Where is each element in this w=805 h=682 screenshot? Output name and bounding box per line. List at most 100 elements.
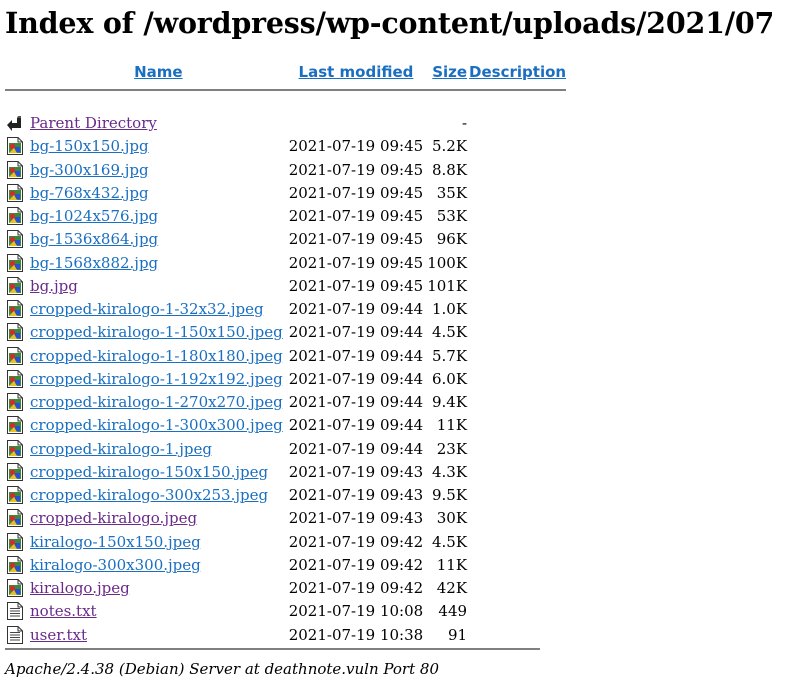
image-file-icon [7, 462, 23, 481]
file-link[interactable]: user.txt [30, 626, 87, 644]
file-link[interactable]: bg-150x150.jpg [30, 137, 149, 155]
file-icon-cell [5, 624, 28, 647]
file-name-cell: kiralogo.jpeg [28, 577, 287, 600]
file-name-cell: bg-768x432.jpg [28, 182, 287, 205]
text-file-icon [7, 602, 23, 621]
file-icon-cell [5, 531, 28, 554]
sort-by-last-modified-link[interactable]: Last modified [299, 63, 414, 81]
image-file-icon [7, 276, 23, 295]
file-size: 5.2K [431, 137, 468, 156]
file-link[interactable]: cropped-kiralogo-1-150x150.jpeg [30, 323, 283, 341]
file-name-cell: cropped-kiralogo-150x150.jpeg [28, 461, 287, 484]
file-size: 1.0K [431, 300, 468, 318]
parent-description [467, 112, 566, 135]
parent-directory-row: Parent Directory - [5, 112, 566, 135]
back-arrow-icon [7, 116, 21, 131]
sort-by-description-link[interactable]: Description [469, 63, 566, 81]
file-link[interactable]: kiralogo-300x300.jpeg [30, 556, 201, 574]
file-listing-table: Name Last modified Size Description Pare… [5, 60, 567, 647]
sort-by-name-link[interactable]: Name [134, 63, 182, 81]
file-row: bg-150x150.jpg 2021-07-19 09:45 5.2K [5, 135, 566, 158]
file-row: cropped-kiralogo-150x150.jpeg 2021-07-19 … [5, 461, 566, 484]
file-modified: 2021-07-19 09:44 [288, 416, 424, 435]
file-size: 42K [436, 579, 468, 597]
file-link[interactable]: cropped-kiralogo-1-270x270.jpeg [30, 393, 283, 411]
image-file-icon [7, 579, 23, 597]
file-link[interactable]: kiralogo-150x150.jpeg [30, 533, 201, 551]
file-size: 101K [427, 276, 468, 295]
file-link[interactable]: cropped-kiralogo-1-192x192.jpeg [30, 370, 283, 388]
file-row: kiralogo.jpeg 2021-07-19 09:42 42K [5, 577, 566, 600]
file-link[interactable]: bg-1536x864.jpg [30, 230, 158, 248]
file-name-cell: cropped-kiralogo-1-180x180.jpeg [28, 345, 287, 368]
file-modified: 2021-07-19 09:45 [288, 160, 424, 179]
file-link[interactable]: notes.txt [30, 602, 97, 620]
image-file-icon [7, 230, 23, 249]
file-icon-cell [5, 391, 28, 414]
file-icon-cell [5, 298, 28, 321]
file-row: cropped-kiralogo-1-300x300.jpeg 2021-07-1… [5, 414, 566, 437]
file-icon-cell [5, 228, 28, 251]
file-icon-cell [5, 484, 28, 507]
file-size: 100K [427, 253, 468, 272]
file-name-cell: bg-1024x576.jpg [28, 205, 287, 228]
file-link[interactable]: kiralogo.jpeg [30, 579, 130, 597]
file-icon-cell [5, 135, 28, 158]
file-link[interactable]: cropped-kiralogo-1-300x300.jpeg [30, 416, 283, 434]
file-size: 9.5K [431, 486, 468, 504]
file-modified: 2021-07-19 09:42 [288, 532, 424, 551]
file-description [467, 484, 566, 507]
file-link[interactable]: cropped-kiralogo-150x150.jpeg [30, 463, 268, 481]
file-modified: 2021-07-19 09:43 [288, 462, 424, 481]
file-link[interactable]: bg-768x432.jpg [30, 184, 149, 202]
footer-divider [5, 648, 540, 650]
file-modified: 2021-07-19 09:45 [288, 137, 424, 156]
parent-directory-link[interactable]: Parent Directory [30, 114, 157, 132]
file-modified: 2021-07-19 09:45 [288, 230, 424, 249]
file-icon-cell [5, 159, 28, 182]
file-name-cell: user.txt [28, 624, 287, 647]
file-row: kiralogo-150x150.jpeg 2021-07-19 09:42 4.5… [5, 531, 566, 554]
server-signature: Apache/2.4.38 (Debian) Server at deathno… [5, 660, 439, 678]
description-column-header: Description [467, 60, 566, 86]
image-file-icon [7, 416, 23, 435]
file-modified: 2021-07-19 09:45 [288, 183, 424, 202]
file-name-cell: notes.txt [28, 600, 287, 623]
file-link[interactable]: cropped-kiralogo-300x253.jpeg [30, 486, 268, 504]
file-name-cell: cropped-kiralogo-1.jpeg [28, 438, 287, 461]
file-size: 53K [436, 207, 468, 225]
file-description [467, 228, 566, 251]
file-name-cell: cropped-kiralogo-300x253.jpeg [28, 484, 287, 507]
image-file-icon [7, 207, 23, 225]
file-link[interactable]: bg-300x169.jpg [30, 161, 149, 179]
file-link[interactable]: cropped-kiralogo.jpeg [30, 509, 197, 527]
sort-by-size-link[interactable]: Size [432, 63, 467, 81]
file-icon-cell [5, 345, 28, 368]
file-link[interactable]: cropped-kiralogo-1-180x180.jpeg [30, 347, 283, 365]
file-modified: 2021-07-19 09:45 [288, 207, 424, 225]
file-link[interactable]: bg.jpg [30, 277, 78, 295]
file-size: 11K [436, 555, 468, 574]
file-icon-cell [5, 577, 28, 600]
file-link[interactable]: cropped-kiralogo-1.jpeg [30, 440, 212, 458]
image-file-icon [7, 160, 23, 179]
file-link[interactable]: bg-1568x882.jpg [30, 254, 158, 272]
file-link[interactable]: bg-1024x576.jpg [30, 207, 158, 225]
file-name-cell: kiralogo-300x300.jpeg [28, 554, 287, 577]
file-row: cropped-kiralogo.jpeg 2021-07-19 09:43 30K [5, 507, 566, 530]
file-description [467, 624, 566, 647]
file-link[interactable]: cropped-kiralogo-1-32x32.jpeg [30, 300, 264, 318]
file-description [467, 298, 566, 321]
file-row: bg.jpg 2021-07-19 09:45 101K [5, 275, 566, 298]
file-modified: 2021-07-19 09:45 [288, 253, 424, 272]
file-size: 4.5K [431, 532, 468, 551]
file-modified: 2021-07-19 09:44 [288, 300, 424, 318]
file-modified: 2021-07-19 10:38 [288, 625, 424, 644]
spacer-row [5, 94, 566, 112]
file-icon-cell [5, 414, 28, 437]
file-row: cropped-kiralogo-1-270x270.jpeg 2021-07-1… [5, 391, 566, 414]
file-size: 11K [436, 416, 468, 435]
name-column-header: Name [28, 60, 287, 86]
file-modified: 2021-07-19 09:43 [288, 486, 424, 504]
file-size: 96K [436, 230, 468, 249]
